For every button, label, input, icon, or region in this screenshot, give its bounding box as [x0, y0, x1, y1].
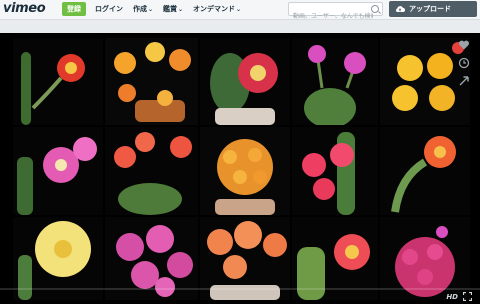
cactus-flower-image	[292, 127, 378, 215]
cactus-flower-image	[105, 38, 198, 125]
progress-bar[interactable]	[0, 288, 480, 290]
nav-create[interactable]: 作成⌄	[133, 4, 153, 14]
fullscreen-icon[interactable]	[463, 292, 472, 301]
share-icon[interactable]	[458, 75, 470, 87]
join-button[interactable]: 登録	[62, 2, 86, 16]
cactus-flower-image	[13, 127, 103, 215]
nav-watch-label: 鑑賞	[163, 5, 177, 13]
cactus-flower-image	[105, 127, 198, 215]
chevron-down-icon: ⌄	[148, 6, 154, 13]
cactus-flower-image	[200, 38, 290, 125]
cactus-flower-image	[292, 38, 378, 125]
top-navigation-bar: vimeo 登録 ログイン 作成⌄ 鑑賞⌄ オンデマンド⌄ アップロード	[0, 0, 480, 23]
heart-icon[interactable]	[458, 39, 470, 51]
nav-watch[interactable]: 鑑賞⌄	[163, 4, 183, 14]
nav-login[interactable]: ログイン	[95, 4, 123, 14]
player-side-actions	[458, 39, 472, 93]
cactus-flower-image	[13, 38, 103, 125]
nav-on-demand[interactable]: オンデマンド⌄	[193, 4, 241, 14]
hd-badge[interactable]: HD	[446, 293, 458, 301]
video-frame	[13, 38, 470, 300]
cactus-flower-image	[380, 38, 470, 125]
upload-label: アップロード	[409, 5, 451, 13]
vimeo-logo[interactable]: vimeo	[3, 1, 46, 16]
search-input[interactable]	[289, 10, 373, 23]
cloud-upload-icon	[396, 6, 405, 12]
nav-on-demand-label: オンデマンド	[193, 5, 235, 13]
cactus-flower-image	[200, 127, 290, 215]
player-controls: HD	[0, 288, 480, 304]
chevron-down-icon: ⌄	[236, 6, 242, 13]
video-player[interactable]: HD	[0, 33, 480, 304]
chevron-down-icon: ⌄	[178, 6, 184, 13]
search-box[interactable]	[288, 2, 383, 23]
upload-button[interactable]: アップロード	[389, 1, 477, 17]
nav-create-label: 作成	[133, 5, 147, 13]
search-icon[interactable]	[371, 5, 379, 13]
cactus-flower-image	[380, 127, 470, 215]
clock-icon[interactable]	[458, 57, 470, 69]
